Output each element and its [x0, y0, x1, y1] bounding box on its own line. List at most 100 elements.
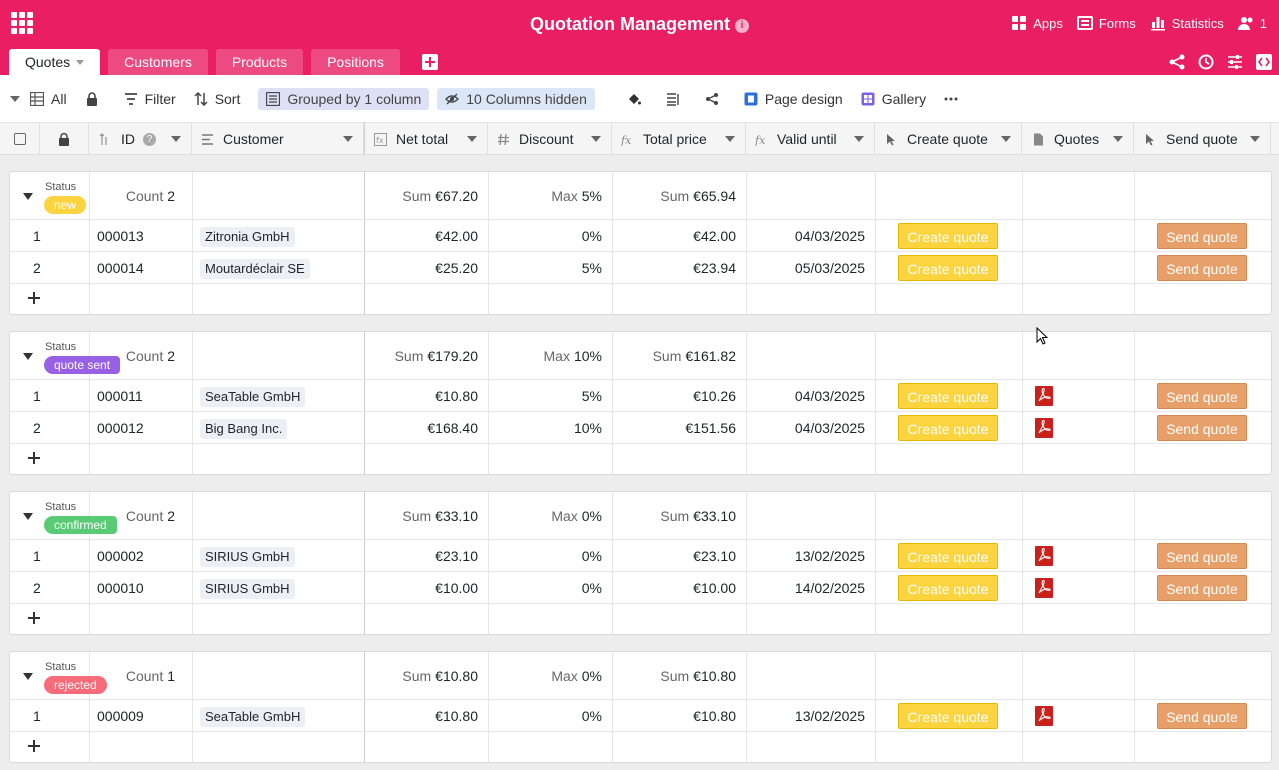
customer-cell[interactable]: SIRIUS GmbH — [200, 572, 295, 604]
send-quote-button[interactable]: Send quote — [1157, 575, 1247, 601]
chevron-down-icon[interactable] — [591, 136, 601, 142]
send-quote-button[interactable]: Send quote — [1157, 223, 1247, 249]
customer-link-chip[interactable]: SeaTable GmbH — [200, 707, 306, 727]
column-header-id[interactable]: ID ? — [89, 123, 192, 155]
table-row[interactable]: 1 000002 SIRIUS GmbH €23.10 0% €23.10 13/02/20… — [10, 540, 1271, 572]
create-quote-button[interactable]: Create quote — [898, 223, 998, 249]
customer-link-chip[interactable]: Moutardéclair SE — [200, 259, 310, 279]
add-row-plus-icon[interactable] — [28, 452, 40, 464]
quotes-file-cell[interactable] — [1035, 380, 1053, 412]
chevron-down-icon[interactable] — [467, 136, 477, 142]
collapse-triangle-icon[interactable] — [23, 353, 33, 360]
send-quote-button[interactable]: Send quote — [1157, 703, 1247, 729]
column-header-customer[interactable]: Customer — [192, 123, 364, 155]
customer-cell[interactable]: SIRIUS GmbH — [200, 540, 295, 572]
pdf-file-icon[interactable] — [1035, 417, 1053, 438]
chevron-down-icon[interactable] — [76, 60, 85, 65]
collaborators-button[interactable]: 1 — [1237, 15, 1267, 31]
customer-link-chip[interactable]: SIRIUS GmbH — [200, 579, 295, 599]
add-row-plus-icon[interactable] — [28, 612, 40, 624]
column-header-valid-until[interactable]: fx Valid until — [746, 123, 875, 155]
chevron-down-icon[interactable] — [1001, 136, 1011, 142]
table-row[interactable]: 2 000014 Moutardéclair SE €25.20 5% €23.94 05/… — [10, 252, 1271, 284]
column-header-discount[interactable]: Discount — [488, 123, 612, 155]
column-header-quotes[interactable]: Quotes — [1022, 123, 1134, 155]
add-row-plus-icon[interactable] — [28, 740, 40, 752]
statistics-button[interactable]: Statistics — [1150, 15, 1224, 31]
customer-link-chip[interactable]: SIRIUS GmbH — [200, 547, 295, 567]
send-quote-button[interactable]: Send quote — [1157, 543, 1247, 569]
tab-quotes[interactable]: Quotes — [9, 49, 101, 75]
share-view-button[interactable] — [705, 88, 726, 110]
lock-view-button[interactable] — [85, 88, 106, 110]
add-table-icon[interactable] — [421, 54, 438, 70]
quotes-file-cell[interactable] — [1035, 540, 1053, 572]
more-options-button[interactable] — [944, 88, 965, 110]
chevron-down-icon[interactable] — [1250, 136, 1260, 142]
customer-cell[interactable]: Moutardéclair SE — [200, 252, 310, 284]
settings-sliders-icon[interactable] — [1226, 53, 1244, 71]
collapse-triangle-icon[interactable] — [23, 193, 33, 200]
create-quote-button[interactable]: Create quote — [898, 255, 998, 281]
filter-button[interactable]: Filter — [124, 88, 176, 110]
create-quote-button[interactable]: Create quote — [898, 703, 998, 729]
share-icon[interactable] — [1168, 53, 1186, 71]
chevron-down-icon[interactable] — [343, 136, 353, 142]
info-icon[interactable]: i — [735, 19, 749, 33]
create-quote-button[interactable]: Create quote — [898, 383, 998, 409]
collapse-triangle-icon[interactable] — [23, 673, 33, 680]
chevron-down-icon[interactable] — [725, 136, 735, 142]
customer-cell[interactable]: SeaTable GmbH — [200, 380, 306, 412]
customer-cell[interactable]: Big Bang Inc. — [200, 412, 288, 444]
quotes-file-cell[interactable] — [1035, 700, 1053, 732]
apps-button[interactable]: Apps — [1011, 15, 1063, 31]
customer-cell[interactable]: SeaTable GmbH — [200, 700, 306, 732]
chevron-down-icon[interactable] — [1113, 136, 1123, 142]
tab-products[interactable]: Products — [215, 49, 304, 75]
table-row[interactable]: 2 000012 Big Bang Inc. €168.40 10% €151.56 04/… — [10, 412, 1271, 444]
help-icon[interactable]: ? — [143, 132, 156, 146]
chevron-down-icon[interactable] — [854, 136, 864, 142]
column-header-total-price[interactable]: fx Total price — [612, 123, 746, 155]
hide-columns-button[interactable]: 10 Columns hidden — [437, 87, 595, 110]
column-header-create-quote[interactable]: Create quote — [875, 123, 1022, 155]
send-quote-button[interactable]: Send quote — [1157, 255, 1247, 281]
customer-link-chip[interactable]: Big Bang Inc. — [200, 419, 288, 439]
table-row[interactable]: 1 000013 Zitronia GmbH €42.00 0% €42.00 04/03/… — [10, 220, 1271, 252]
forms-button[interactable]: Forms — [1076, 15, 1136, 31]
pdf-file-icon[interactable] — [1035, 385, 1053, 406]
history-icon[interactable] — [1197, 53, 1215, 71]
view-selector[interactable]: All — [30, 88, 67, 110]
create-quote-button[interactable]: Create quote — [898, 543, 998, 569]
quotes-file-cell[interactable] — [1035, 412, 1053, 444]
pdf-file-icon[interactable] — [1035, 705, 1053, 726]
column-header-send-quote[interactable]: Send quote — [1134, 123, 1271, 155]
table-row[interactable]: 1 000009 SeaTable GmbH €10.80 0% €10.80 13/02/… — [10, 700, 1271, 732]
column-header-net-total[interactable]: fx Net total — [364, 123, 488, 155]
collapse-triangle-icon[interactable] — [23, 513, 33, 520]
table-row[interactable]: 1 000011 SeaTable GmbH €10.80 5% €10.26 04/03/… — [10, 380, 1271, 412]
sort-button[interactable]: Sort — [194, 88, 240, 110]
scripts-icon[interactable] — [1255, 53, 1273, 71]
create-quote-button[interactable]: Create quote — [898, 415, 998, 441]
add-row-plus-icon[interactable] — [28, 292, 40, 304]
pdf-file-icon[interactable] — [1035, 577, 1053, 598]
tab-customers[interactable]: Customers — [108, 49, 208, 75]
customer-link-chip[interactable]: SeaTable GmbH — [200, 387, 306, 407]
customer-link-chip[interactable]: Zitronia GmbH — [200, 227, 295, 247]
customer-cell[interactable]: Zitronia GmbH — [200, 220, 295, 252]
select-all-checkbox[interactable] — [0, 123, 40, 155]
send-quote-button[interactable]: Send quote — [1157, 415, 1247, 441]
send-quote-button[interactable]: Send quote — [1157, 383, 1247, 409]
row-height-button[interactable] — [666, 88, 687, 110]
view-dropdown-icon[interactable] — [10, 95, 20, 102]
group-button[interactable]: Grouped by 1 column — [258, 87, 430, 110]
create-quote-button[interactable]: Create quote — [898, 575, 998, 601]
gallery-button[interactable]: Gallery — [861, 88, 926, 110]
lock-column[interactable] — [40, 123, 89, 155]
pdf-file-icon[interactable] — [1035, 545, 1053, 566]
tab-positions[interactable]: Positions — [311, 49, 400, 75]
chevron-down-icon[interactable] — [171, 136, 181, 142]
quotes-file-cell[interactable] — [1035, 572, 1053, 604]
row-color-button[interactable] — [627, 88, 648, 110]
